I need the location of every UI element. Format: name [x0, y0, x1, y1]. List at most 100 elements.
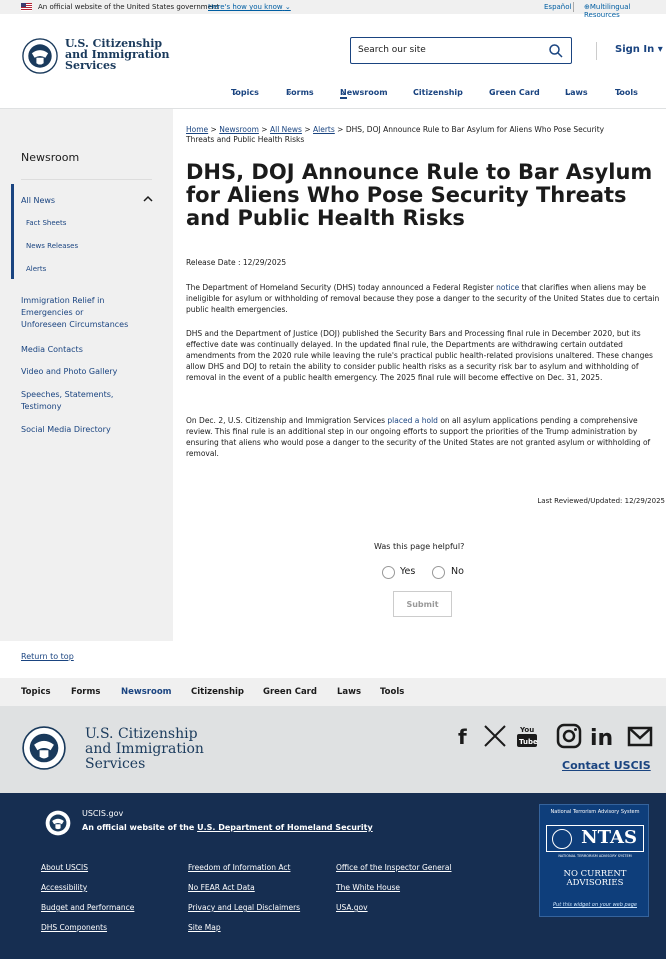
nav-forms[interactable]: Forms ⌄	[286, 88, 314, 97]
uscis-logo-text[interactable]: U.S. Citizenship and Immigration Service…	[65, 38, 169, 71]
article-paragraph-2: DHS and the Department of Justice (DOJ) …	[186, 329, 653, 382]
yes-radio[interactable]	[382, 566, 395, 579]
official-site-text: An official website of the United States…	[38, 3, 220, 11]
search-input[interactable]: Search our site	[350, 37, 572, 64]
dhs-seal-icon	[45, 810, 71, 836]
ntas-title: National Terrorism Advisory System	[550, 809, 640, 815]
dhs-seal-icon[interactable]	[22, 726, 66, 770]
sidebar-item-label: Emergencies or	[21, 308, 84, 317]
sign-in-button[interactable]: Sign In ▾	[615, 44, 663, 55]
ntas-widget[interactable]: National Terrorism Advisory System NTAS …	[539, 804, 649, 917]
notice-link[interactable]: notice	[496, 283, 519, 292]
dhs-link[interactable]: U.S. Department of Homeland Security	[197, 823, 373, 832]
article-paragraph-3: On Dec. 2, U.S. Citizenship and Immigrat…	[186, 416, 651, 458]
logo-line: Services	[85, 756, 146, 772]
email-icon[interactable]	[627, 723, 653, 749]
youtube-icon[interactable]: You Tube	[514, 723, 540, 749]
breadcrumb-separator: >	[210, 125, 217, 134]
footer-link-no-fear-act[interactable]: No FEAR Act Data	[188, 883, 255, 892]
search-icon[interactable]	[548, 43, 564, 59]
us-flag-icon	[21, 3, 32, 11]
nav-newsroom[interactable]: Newsroom ⌄	[340, 88, 388, 99]
instagram-icon[interactable]	[556, 723, 582, 749]
no-label: No	[451, 566, 464, 577]
x-twitter-icon[interactable]	[482, 723, 508, 749]
nav-citizenship[interactable]: Citizenship ⌄	[413, 88, 463, 97]
sidebar-divider	[21, 179, 152, 180]
footer-link-privacy[interactable]: Privacy and Legal Disclaimers	[188, 903, 300, 912]
footer-nav-citizenship[interactable]: Citizenship	[191, 687, 244, 697]
nav-green-card[interactable]: Green Card ⌄	[489, 88, 540, 97]
footer-navigation: Topics Forms Newsroom Citizenship Green …	[0, 678, 666, 706]
svg-text:Tube: Tube	[519, 738, 538, 746]
dhs-seal-icon	[552, 829, 572, 849]
footer-link-site-map[interactable]: Site Map	[188, 923, 221, 932]
sidebar-item-video-photo-gallery[interactable]: Video and Photo Gallery	[21, 367, 117, 376]
no-radio[interactable]	[432, 566, 445, 579]
footer-link-oig[interactable]: Office of the Inspector General	[336, 863, 452, 872]
logo-line: U.S. Citizenship	[85, 726, 198, 742]
article-paragraph-1: The Department of Homeland Security (DHS…	[186, 283, 660, 314]
sidebar-item-fact-sheets[interactable]: Fact Sheets	[26, 219, 66, 227]
uscis-gov-label: USCIS.gov	[82, 809, 124, 818]
breadcrumb-home[interactable]: Home	[186, 125, 208, 134]
footer-nav-laws[interactable]: Laws	[337, 687, 361, 697]
top-navigation: Topics ⌄ Forms ⌄ Newsroom ⌄ Citizenship …	[0, 88, 666, 100]
breadcrumb-separator: >	[304, 125, 311, 134]
placed-a-hold-link[interactable]: placed a hold	[387, 416, 438, 425]
espanol-link[interactable]: Español	[544, 3, 571, 11]
footer-link-white-house[interactable]: The White House	[336, 883, 400, 892]
linkedin-icon[interactable]: in	[590, 723, 616, 749]
dhs-seal-icon[interactable]	[22, 38, 58, 74]
submit-button[interactable]: Submit	[393, 591, 452, 617]
ntas-widget-link[interactable]: Put this widget on your web page	[540, 902, 650, 908]
footer-link-dhs-components[interactable]: DHS Components	[41, 923, 107, 932]
sidebar-title: Newsroom	[21, 151, 80, 164]
breadcrumb: Home > Newsroom > All News > Alerts > DH…	[186, 125, 661, 145]
chevron-up-icon[interactable]	[143, 195, 153, 203]
svg-text:in: in	[590, 726, 613, 749]
footer-nav-green-card[interactable]: Green Card	[263, 687, 317, 697]
ntas-caption: NATIONAL TERRORISM ADVISORY SYSTEM	[558, 854, 632, 858]
contact-uscis-link[interactable]: Contact USCIS	[562, 759, 651, 772]
sidebar-item-media-contacts[interactable]: Media Contacts	[21, 345, 83, 354]
footer-nav-topics[interactable]: Topics	[21, 687, 51, 697]
heres-how-you-know-link[interactable]: Here's how you know ⌄	[208, 3, 291, 11]
footer-link-foia[interactable]: Freedom of Information Act	[188, 863, 290, 872]
last-reviewed: Last Reviewed/Updated: 12/29/2025	[537, 497, 665, 505]
sidebar-item-social-media-directory[interactable]: Social Media Directory	[21, 425, 111, 434]
breadcrumb-separator: >	[337, 125, 344, 134]
footer-nav-tools[interactable]: Tools	[380, 687, 404, 697]
feedback-question: Was this page helpful?	[374, 542, 465, 551]
ntas-status: NO CURRENT ADVISORIES	[563, 869, 627, 888]
chevron-down-icon: ⌄	[284, 3, 291, 11]
nav-topics[interactable]: Topics ⌄	[231, 88, 259, 97]
sidebar-item-label: Testimony	[21, 402, 62, 411]
breadcrumb-newsroom[interactable]: Newsroom	[219, 125, 259, 134]
logo-line: Services	[65, 59, 117, 72]
multilingual-resources-link[interactable]: ⊕Multilingual Resources	[584, 3, 666, 19]
sidebar-item-alerts[interactable]: Alerts	[26, 265, 46, 273]
footer-nav-newsroom[interactable]: Newsroom	[121, 687, 172, 697]
nav-laws[interactable]: Laws ⌄	[565, 88, 588, 97]
sidebar-item-label: Speeches, Statements,	[21, 390, 114, 399]
return-to-top-link[interactable]: Return to top	[21, 652, 74, 661]
breadcrumb-alerts[interactable]: Alerts	[313, 125, 335, 134]
ntas-logo: NTAS	[546, 825, 644, 852]
breadcrumb-all-news[interactable]: All News	[270, 125, 302, 134]
footer-link-accessibility[interactable]: Accessibility	[41, 883, 87, 892]
footer-link-usa-gov[interactable]: USA.gov	[336, 903, 368, 912]
sidebar-item-all-news[interactable]: All News	[21, 196, 55, 205]
footer-link-budget-performance[interactable]: Budget and Performance	[41, 903, 134, 912]
footer-nav-forms[interactable]: Forms	[71, 687, 100, 697]
logo-line: and Immigration	[85, 741, 204, 757]
svg-text:You: You	[519, 726, 534, 734]
sidebar-item-news-releases[interactable]: News Releases	[26, 242, 78, 250]
release-date: Release Date : 12/29/2025	[186, 258, 287, 267]
nav-tools[interactable]: Tools ⌄	[615, 88, 638, 97]
facebook-icon[interactable]: f	[450, 723, 476, 749]
footer-uscis-logo-text[interactable]: U.S. Citizenship and Immigration Service…	[85, 727, 204, 772]
official-dhs-text: An official website of the U.S. Departme…	[82, 823, 373, 832]
footer-link-about-uscis[interactable]: About USCIS	[41, 863, 88, 872]
svg-text:f: f	[458, 725, 467, 749]
